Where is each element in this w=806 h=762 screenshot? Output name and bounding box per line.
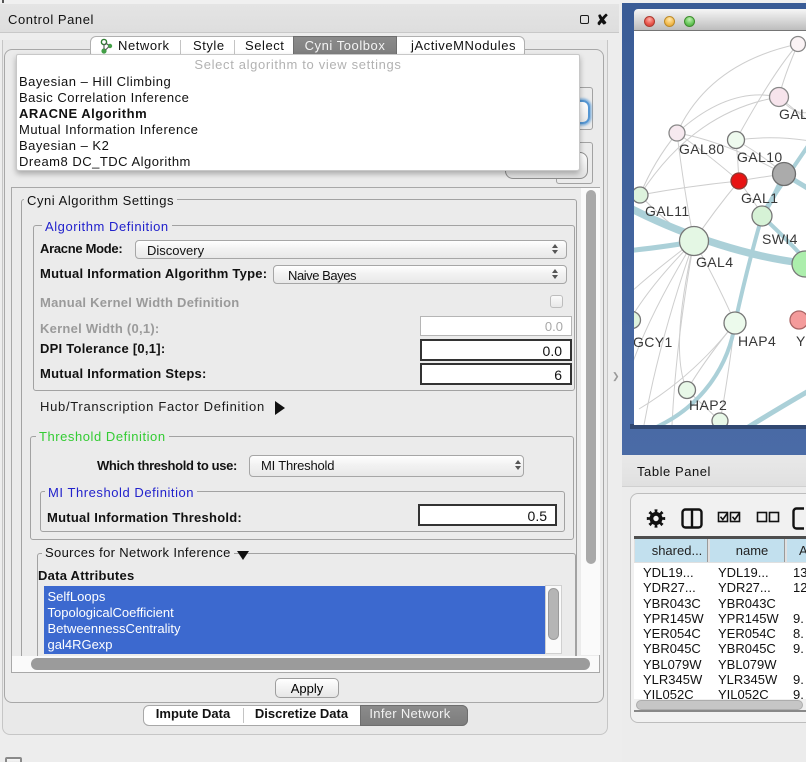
svg-text:YJ: YJ bbox=[796, 333, 806, 349]
svg-text:HAP2: HAP2 bbox=[689, 397, 727, 413]
svg-text:GAL1: GAL1 bbox=[741, 190, 778, 206]
svg-text:GCY1: GCY1 bbox=[634, 334, 673, 350]
svg-text:GAL2: GAL2 bbox=[779, 106, 806, 122]
svg-text:GAL10: GAL10 bbox=[737, 149, 783, 165]
svg-text:GAL4: GAL4 bbox=[696, 254, 733, 270]
svg-text:SWI4: SWI4 bbox=[762, 231, 798, 247]
svg-text:HAP4: HAP4 bbox=[738, 333, 776, 349]
svg-text:GAL80: GAL80 bbox=[679, 141, 725, 157]
svg-text:GAL11: GAL11 bbox=[645, 203, 690, 219]
